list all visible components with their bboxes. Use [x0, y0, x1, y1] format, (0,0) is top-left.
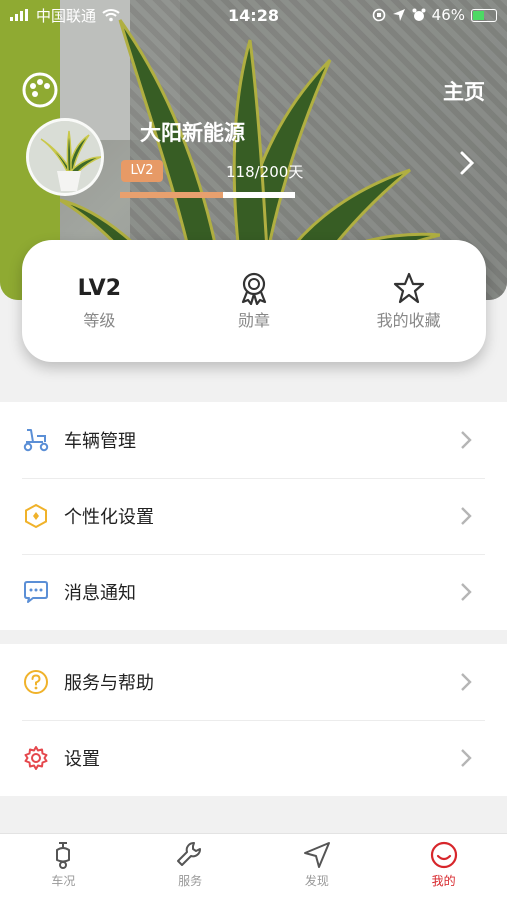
chevron-right-icon [461, 673, 472, 691]
chevron-right-icon [461, 749, 472, 767]
stat-favorites[interactable]: 我的收藏 [331, 271, 486, 331]
hexagon-icon [25, 503, 47, 529]
battery-icon [471, 8, 497, 22]
message-icon [24, 581, 48, 603]
scooter-tab-icon [56, 842, 71, 869]
menu-group-vehicle: 车辆管理 个性化设置 消息通知 [0, 402, 507, 630]
menu-item-settings[interactable]: 设置 [0, 720, 507, 796]
chevron-right-icon[interactable] [457, 150, 477, 176]
level-badge: LV2 [121, 160, 163, 182]
tab-label: 服务 [178, 874, 203, 888]
level-label: 等级 [83, 311, 116, 330]
medals-label: 勋章 [238, 311, 271, 330]
level-progress-bar [120, 192, 295, 198]
stat-medals[interactable]: 勋章 [177, 271, 332, 331]
chevron-right-icon [461, 583, 472, 601]
palette-icon[interactable] [22, 72, 58, 108]
question-icon [24, 670, 48, 694]
tab-label: 我的 [431, 874, 456, 888]
menu-item-label: 个性化设置 [64, 507, 154, 528]
menu-item-personalization[interactable]: 个性化设置 [0, 478, 507, 554]
chevron-right-icon [461, 431, 472, 449]
menu-item-notifications[interactable]: 消息通知 [0, 554, 507, 630]
stats-card: LV2 等级 勋章 我的收藏 [22, 240, 486, 362]
menu-item-vehicle-management[interactable]: 车辆管理 [0, 402, 507, 478]
menu-item-label: 消息通知 [64, 583, 136, 604]
tab-service[interactable]: 服务 [127, 834, 254, 900]
username: 大阳新能源 [140, 121, 245, 145]
medal-icon [241, 272, 267, 305]
avatar[interactable] [26, 118, 104, 196]
bottom-tab-bar: 车况 服务 发现 我的 [0, 833, 507, 900]
tab-mine[interactable]: 我的 [380, 834, 507, 900]
menu-item-label: 车辆管理 [64, 431, 136, 452]
stat-level[interactable]: LV2 等级 [22, 271, 177, 331]
gear-icon [24, 746, 48, 770]
days-progress-text: 118/200天 [226, 163, 304, 181]
star-icon [393, 272, 424, 304]
chevron-right-icon [461, 507, 472, 525]
status-time: 14:28 [228, 5, 279, 25]
favorites-label: 我的收藏 [376, 311, 441, 330]
menu-group-support: 服务与帮助 设置 [0, 644, 507, 796]
wrench-icon [177, 842, 202, 866]
tab-vehicle-status[interactable]: 车况 [0, 834, 127, 900]
status-bar: 中国联通 14:28 46% [0, 0, 507, 30]
smiley-icon [430, 841, 457, 869]
scooter-icon [23, 429, 49, 452]
tab-label: 车况 [51, 874, 76, 888]
menu-item-label: 服务与帮助 [64, 673, 154, 694]
menu-item-help[interactable]: 服务与帮助 [0, 644, 507, 720]
level-value: LV2 [77, 275, 121, 301]
home-link[interactable]: 主页 [443, 76, 485, 106]
tab-label: 发现 [304, 874, 329, 888]
navigation-icon [303, 842, 330, 868]
tab-discover[interactable]: 发现 [254, 834, 381, 900]
menu-item-label: 设置 [64, 749, 100, 770]
